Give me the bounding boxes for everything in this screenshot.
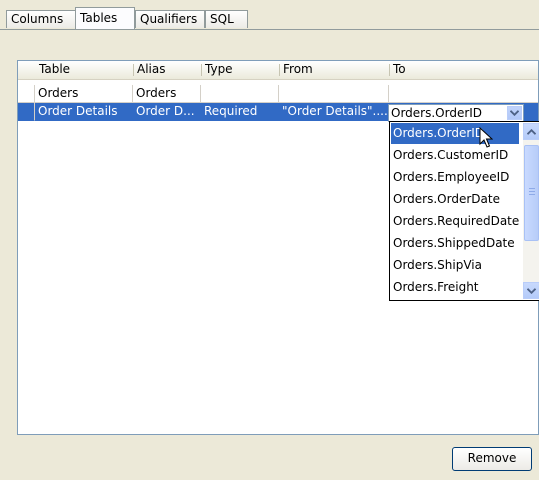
to-combobox[interactable]: Orders.OrderID: [388, 104, 524, 122]
cell-from[interactable]: [279, 85, 389, 103]
grip-line: [529, 191, 535, 192]
list-item[interactable]: Orders.OrderDate: [391, 189, 519, 210]
chevron-up-icon[interactable]: [523, 123, 539, 140]
to-dropdown-list[interactable]: Orders.OrderID Orders.CustomerID Orders.…: [389, 121, 539, 301]
list-item[interactable]: Orders.EmployeeID: [391, 167, 519, 188]
table-row[interactable]: Orders Orders: [18, 85, 538, 103]
tab-qualifiers[interactable]: Qualifiers: [135, 10, 205, 28]
mouse-pointer-icon: [479, 127, 493, 148]
cell-alias[interactable]: Order D...: [133, 103, 201, 121]
combo-value[interactable]: Orders.OrderID: [391, 105, 482, 121]
row-indicator: [18, 103, 35, 121]
remove-button[interactable]: Remove: [452, 447, 532, 471]
tab-sql[interactable]: SQL: [205, 10, 248, 28]
tab-panel-border: [0, 29, 539, 30]
row-indicator: [18, 85, 35, 103]
grip-line: [529, 188, 535, 189]
tab-columns[interactable]: Columns: [6, 10, 76, 28]
cell-alias[interactable]: Orders: [133, 85, 201, 103]
grip-line: [529, 194, 535, 195]
list-item[interactable]: Orders.ShippedDate: [391, 233, 519, 254]
cell-type[interactable]: [201, 85, 279, 103]
header-table[interactable]: Table: [35, 61, 133, 78]
list-item[interactable]: Orders.ShipVia: [391, 255, 519, 276]
header-alias[interactable]: Alias: [133, 61, 201, 78]
cell-from[interactable]: "Order Details"....: [279, 103, 389, 121]
header-type[interactable]: Type: [201, 61, 279, 78]
cell-to[interactable]: [389, 85, 538, 103]
cell-table[interactable]: Order Details: [35, 103, 133, 121]
list-item[interactable]: Orders.RequiredDate: [391, 211, 519, 232]
scrollbar-thumb[interactable]: [524, 145, 539, 241]
tab-tables[interactable]: Tables: [75, 7, 135, 29]
dropdown-scrollbar[interactable]: [523, 123, 539, 299]
header-to[interactable]: To: [389, 61, 538, 78]
cell-table[interactable]: Orders: [35, 85, 133, 103]
header-from[interactable]: From: [279, 61, 389, 78]
cell-type[interactable]: Required: [201, 103, 279, 121]
chevron-down-icon[interactable]: [507, 106, 522, 120]
grid-header: Table Alias Type From To: [18, 61, 538, 80]
list-item[interactable]: Orders.Freight: [391, 277, 519, 298]
list-item[interactable]: Orders.OrderID: [391, 123, 519, 144]
list-item[interactable]: Orders.CustomerID: [391, 145, 519, 166]
chevron-down-icon[interactable]: [523, 282, 539, 299]
